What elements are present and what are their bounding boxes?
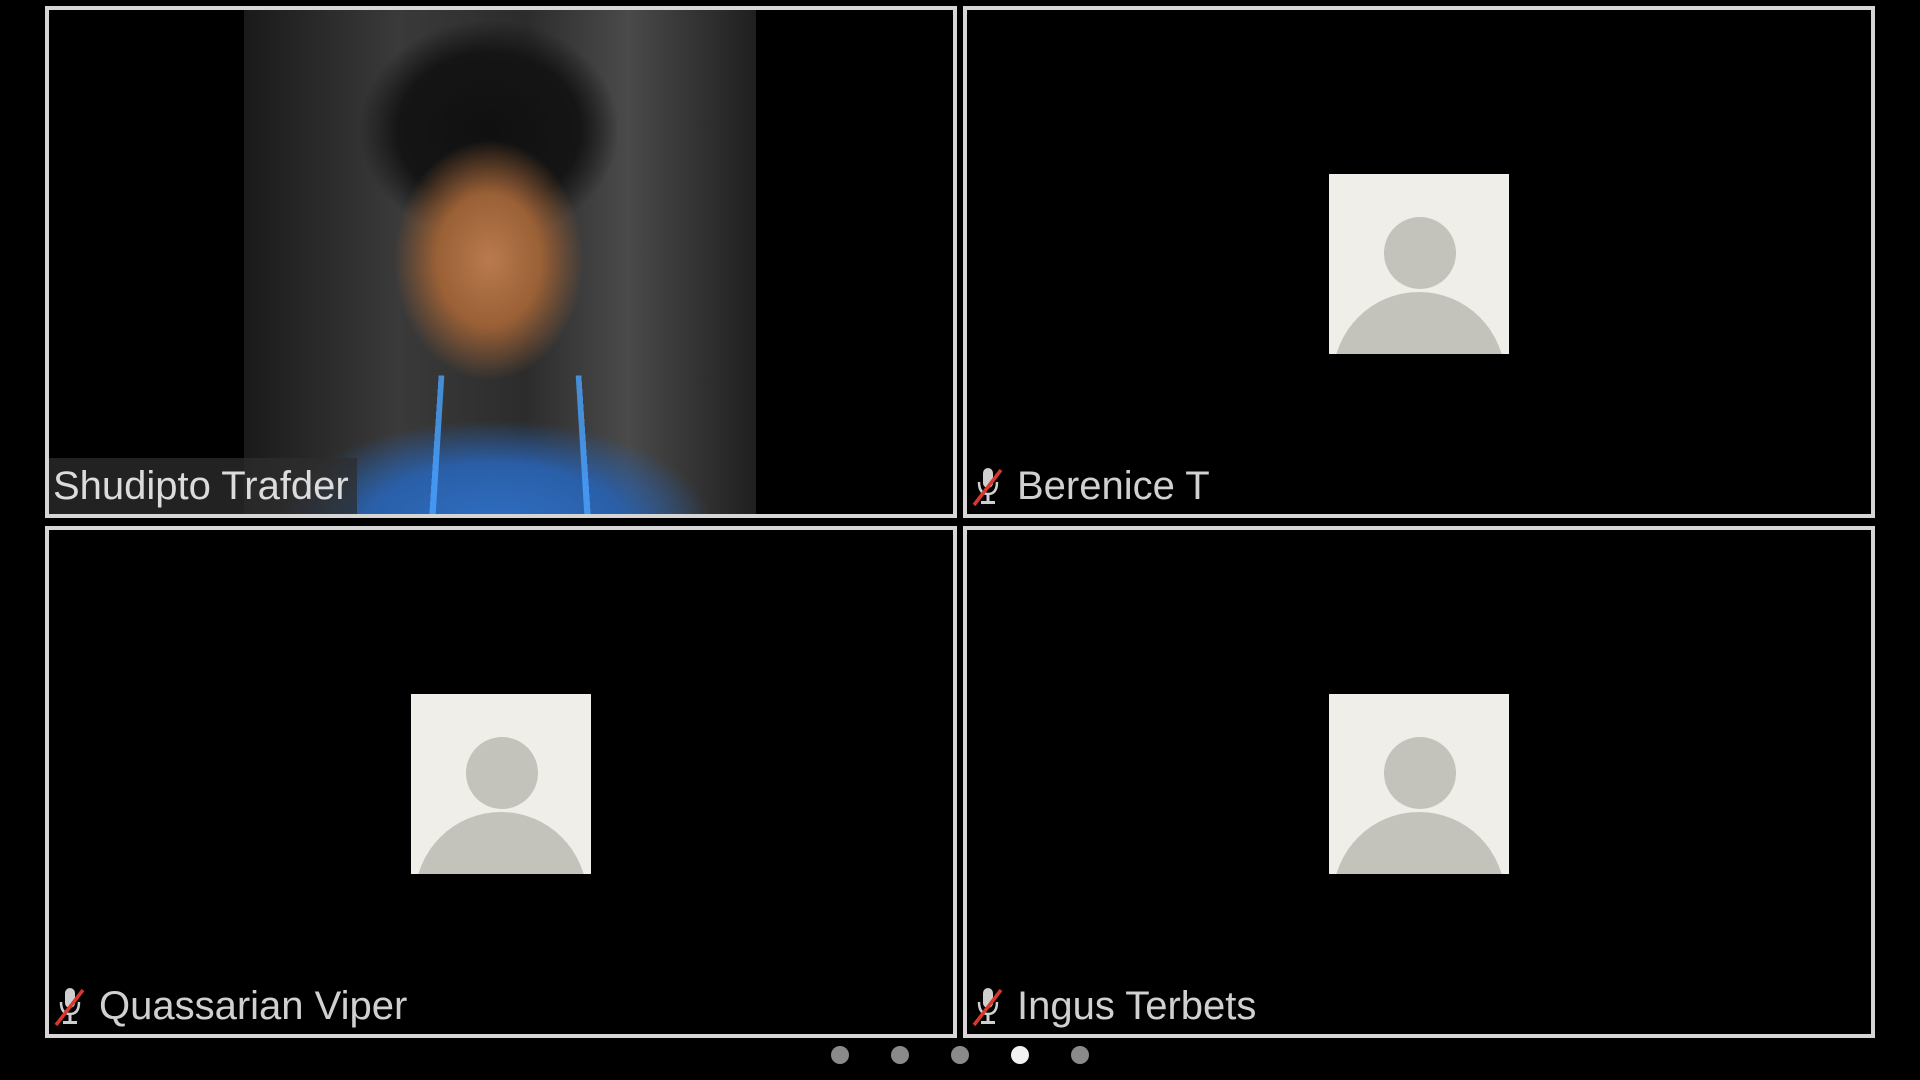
page-dot[interactable] [951, 1046, 969, 1064]
participant-tile[interactable]: Ingus Terbets [963, 526, 1875, 1038]
default-avatar-icon [1329, 694, 1509, 874]
participant-video [244, 10, 756, 514]
participant-name-bar: Quassarian Viper [49, 978, 415, 1034]
avatar-head [466, 737, 538, 809]
mic-off-icon [53, 984, 87, 1028]
participant-name: Berenice T [1017, 464, 1210, 508]
page-indicator [0, 1043, 1920, 1067]
participant-name-bar: Berenice T [967, 458, 1218, 514]
page-dot[interactable] [891, 1046, 909, 1064]
page-dot[interactable] [831, 1046, 849, 1064]
avatar-body [415, 812, 587, 874]
mic-off-icon [971, 464, 1005, 508]
video-call-grid: Shudipto Trafder Berenice T Quassarian V… [0, 0, 1920, 1080]
mic-off-icon [971, 984, 1005, 1028]
avatar-body [1333, 812, 1505, 874]
default-avatar-icon [1329, 174, 1509, 354]
participant-tile[interactable]: Shudipto Trafder [45, 6, 957, 518]
video-detail [428, 375, 592, 514]
participant-tile[interactable]: Quassarian Viper [45, 526, 957, 1038]
avatar-body [1333, 292, 1505, 354]
page-dot[interactable] [1071, 1046, 1089, 1064]
participant-name-bar: Ingus Terbets [967, 978, 1264, 1034]
participant-name-bar: Shudipto Trafder [49, 458, 357, 514]
avatar-head [1384, 737, 1456, 809]
page-dot-active[interactable] [1011, 1046, 1029, 1064]
participant-tile[interactable]: Berenice T [963, 6, 1875, 518]
default-avatar-icon [411, 694, 591, 874]
participant-name: Quassarian Viper [99, 984, 408, 1028]
participant-name: Ingus Terbets [1017, 984, 1257, 1028]
avatar-head [1384, 217, 1456, 289]
participant-name: Shudipto Trafder [53, 464, 349, 508]
